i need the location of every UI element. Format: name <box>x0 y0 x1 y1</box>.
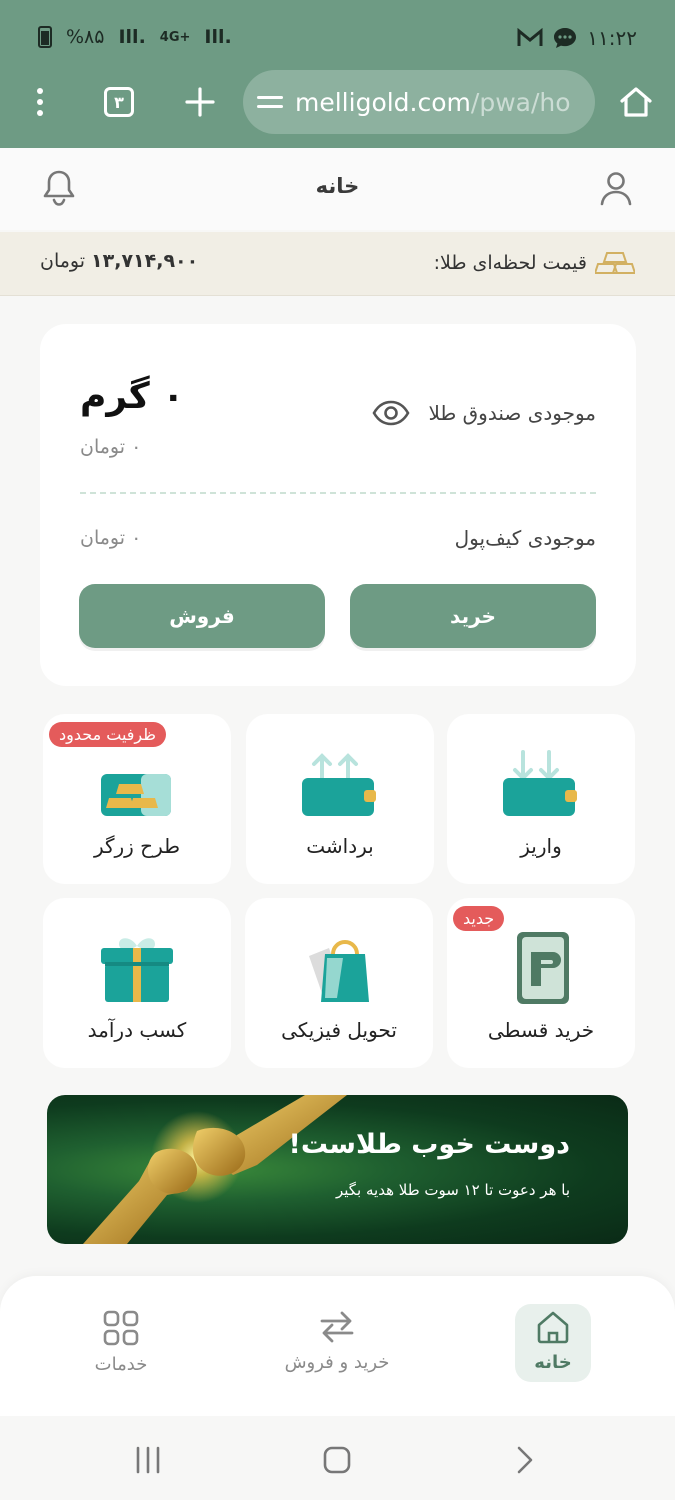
more-menu-icon[interactable] <box>16 78 64 126</box>
referral-banner[interactable]: دوست خوب طلاست! با هر دعوت تا ۱۲ سوت طلا… <box>47 1095 628 1244</box>
clock: ۱۱:۲۲ <box>587 26 637 50</box>
tile-physical-delivery[interactable]: تحویل فیزیکی <box>245 898 433 1068</box>
new-badge: جدید <box>453 906 505 931</box>
wallet-withdraw-icon <box>302 753 376 816</box>
url-domain: melligold.com <box>295 87 471 117</box>
fist-bump-illustration <box>83 1095 347 1244</box>
wallet-label: موجودی کیف‌پول <box>454 526 596 550</box>
banner-headline: دوست خوب طلاست! <box>288 1129 570 1160</box>
address-bar[interactable]: melligold.com/pwa/ho <box>243 70 595 134</box>
browser-toolbar: ۳ melligold.com/pwa/ho <box>0 68 675 136</box>
nav-home-label: خانه <box>534 1352 572 1373</box>
shopping-bag-icon <box>309 940 369 1002</box>
gift-box-icon <box>101 938 173 1002</box>
bottom-nav: خانه خرید و فروش خدمات <box>0 1276 675 1416</box>
nav-trade[interactable]: خرید و فروش <box>267 1310 407 1373</box>
grid-icon <box>103 1310 139 1346</box>
gold-price-value: ۱۳,۷۱۴,۹۰۰ <box>91 250 199 272</box>
gold-bars-icon <box>595 252 635 274</box>
divider <box>80 492 596 494</box>
status-bar: %۸۵ Ill. 4G+ Ill. ۱۱:۲۲ <box>0 0 675 72</box>
tile-label: خرید قسطی <box>487 1018 595 1042</box>
tile-label: کسب درآمد <box>87 1018 187 1042</box>
network-type: 4G+ <box>159 29 191 45</box>
browser-chrome: %۸۵ Ill. 4G+ Ill. ۱۱:۲۲ ۳ melligold.com /… <box>0 0 675 148</box>
nav-services[interactable]: خدمات <box>51 1310 191 1375</box>
buy-button[interactable]: خرید <box>350 584 596 648</box>
page-title: خانه <box>315 174 360 198</box>
gold-fund-label: موجودی صندوق طلا <box>428 401 596 425</box>
home-icon <box>537 1311 569 1344</box>
gold-price-label: قیمت لحظه‌ای طلا: <box>433 252 587 274</box>
site-settings-icon[interactable] <box>257 92 283 112</box>
home-button-icon[interactable] <box>323 1446 351 1474</box>
chat-bubble-icon <box>554 28 577 48</box>
tile-label: واریز <box>520 834 562 858</box>
tile-deposit[interactable]: واریز <box>447 714 635 884</box>
tab-count: ۳ <box>104 87 134 117</box>
tile-label: طرح زرگر <box>93 834 181 858</box>
system-nav-bar <box>0 1416 675 1500</box>
nav-home[interactable]: خانه <box>483 1304 623 1382</box>
tile-installment-buy[interactable]: خرید قسطی جدید <box>447 898 635 1068</box>
user-icon[interactable] <box>596 168 636 208</box>
installment-card-icon <box>517 932 569 1004</box>
new-tab-icon[interactable] <box>176 78 224 126</box>
wallet-deposit-icon <box>503 750 577 816</box>
url-path: /pwa/ho <box>470 87 571 117</box>
nav-trade-label: خرید و فروش <box>284 1352 390 1373</box>
back-icon[interactable] <box>515 1445 535 1475</box>
signal-icon-2: Ill. <box>204 26 232 48</box>
battery-icon <box>38 26 52 48</box>
gold-grams: ۰ گرم <box>80 376 185 417</box>
gold-bars-icon <box>101 774 171 816</box>
app-header: خانه <box>0 148 675 230</box>
limited-capacity-badge: ظرفیت محدود <box>49 722 166 747</box>
gmail-icon <box>517 28 543 46</box>
signal-icon: Ill. <box>118 26 146 48</box>
banner-subline: با هر دعوت تا ۱۲ سوت طلا هدیه بگیر <box>335 1181 570 1199</box>
swap-arrows-icon <box>320 1311 354 1343</box>
balance-card: ۰ گرم ۰ تومان موجودی صندوق طلا موجودی کی… <box>40 324 636 686</box>
gold-price-unit: تومان <box>40 250 86 272</box>
gold-price-bar: قیمت لحظه‌ای طلا: ۱۳,۷۱۴,۹۰۰تومان <box>0 232 675 296</box>
gold-value-toman: ۰ تومان <box>80 436 142 458</box>
tile-zargar-plan[interactable]: طرح زرگر ظرفیت محدود <box>43 714 231 884</box>
wallet-value-toman: ۰ تومان <box>80 527 142 549</box>
tile-label: تحویل فیزیکی <box>281 1018 397 1042</box>
tile-earn-income[interactable]: کسب درآمد <box>43 898 231 1068</box>
tab-switcher-button[interactable]: ۳ <box>95 78 143 126</box>
nav-services-label: خدمات <box>94 1354 148 1375</box>
home-icon[interactable] <box>612 78 660 126</box>
battery-level: %۸۵ <box>66 26 105 48</box>
tile-withdraw[interactable]: برداشت <box>246 714 434 884</box>
sell-button[interactable]: فروش <box>79 584 325 648</box>
eye-icon[interactable] <box>372 400 410 426</box>
recent-apps-icon[interactable] <box>133 1446 163 1474</box>
tile-label: برداشت <box>306 834 374 858</box>
